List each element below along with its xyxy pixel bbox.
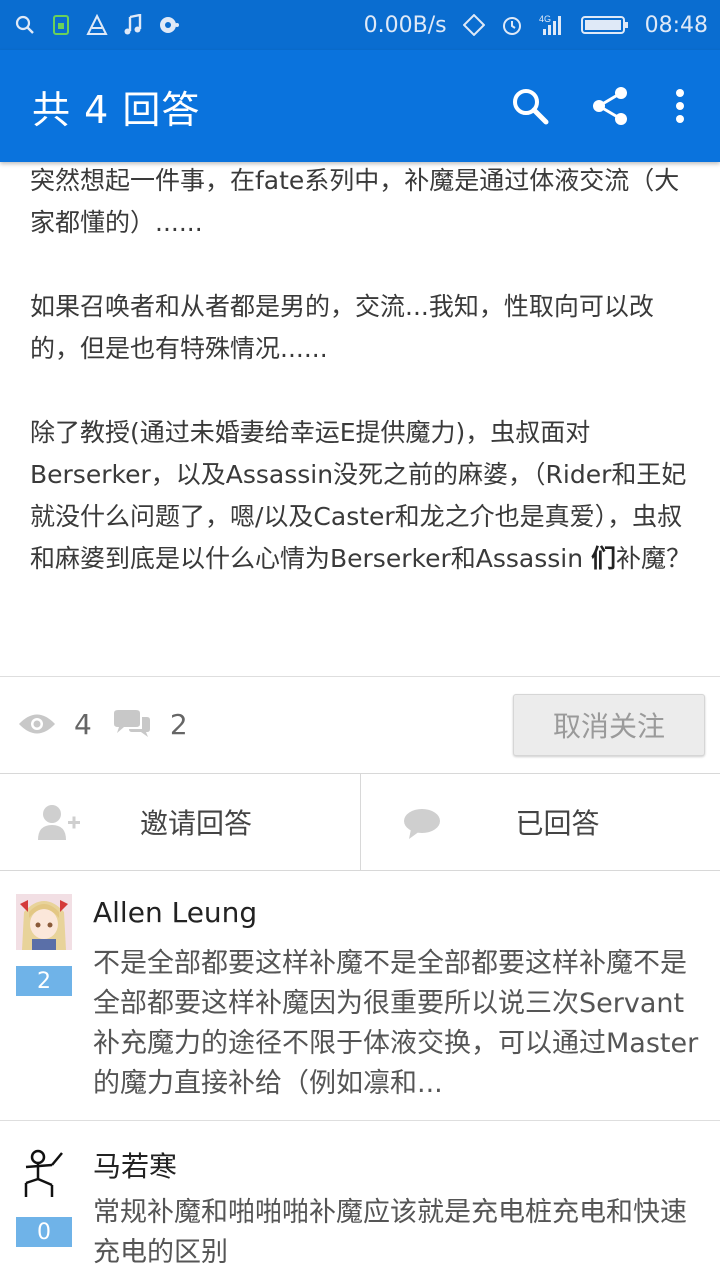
net-speed: 0.00B/s: [363, 12, 447, 38]
question-text: 除了教授(通过未婚妻给幸运E提供魔力)，虫叔面对Berserker，以及Assa…: [30, 418, 687, 573]
more-icon: [676, 89, 684, 123]
answer-excerpt: 常规补魔和啪啪啪补魔应该就是充电桩充电和快速充电的区别: [93, 1197, 687, 1268]
question-body: 突然想起一件事，在fate系列中，补魔是通过体液交流（大家都懂的）...... …: [30, 160, 698, 580]
triangle-icon: [86, 14, 108, 36]
search-button[interactable]: [510, 86, 550, 126]
views-stat: 4: [18, 708, 92, 741]
question-paragraph: 突然想起一件事，在fate系列中，补魔是通过体液交流（大家都懂的）......: [30, 166, 680, 237]
music-icon: [122, 14, 144, 36]
vote-count-badge: 0: [16, 1217, 72, 1247]
answer-excerpt: 不是全部都要这样补魔不是全部都要这样补魔不是全部都要这样补魔因为很重要所以说三次…: [93, 948, 699, 1099]
add-user-icon: [38, 805, 80, 840]
comments-icon: [113, 710, 150, 737]
question-paragraph: 如果召唤者和从者都是男的，交流...我知，性取向可以改的，但是也有特殊情况...…: [30, 292, 654, 363]
views-count: 4: [74, 707, 92, 741]
comments-stat[interactable]: 2: [112, 708, 188, 741]
answer-author[interactable]: Allen Leung: [93, 896, 257, 929]
comment-icon: [403, 809, 440, 839]
question-text-bold: 们: [591, 544, 617, 573]
network-type: 4G: [539, 14, 551, 24]
rotate-icon: [462, 14, 485, 36]
status-bar: 0.00B/s 4G 08:48: [0, 0, 720, 50]
clock: 08:48: [644, 12, 708, 38]
avatar[interactable]: [16, 1143, 72, 1199]
answered-button[interactable]: 已回答: [359, 774, 720, 870]
question-paragraph: 除了教授(通过未婚妻给幸运E提供魔力)，虫叔面对Berserker，以及Assa…: [30, 412, 698, 580]
answered-label: 已回答: [515, 807, 600, 840]
battery-icon: [580, 14, 629, 36]
share-button[interactable]: [590, 86, 630, 126]
answer-item[interactable]: 0 马若寒 常规补魔和啪啪啪补魔应该就是充电桩充电和快速充电的区别: [0, 1121, 720, 1280]
search-icon: [14, 14, 36, 36]
more-button[interactable]: [670, 86, 690, 126]
avatar[interactable]: [16, 894, 72, 950]
invite-answer-button[interactable]: 邀请回答: [0, 774, 360, 870]
alarm-icon: [501, 14, 523, 36]
sim-icon: [50, 14, 72, 36]
unfollow-button[interactable]: 取消关注: [513, 694, 705, 756]
vote-count-badge: 2: [16, 966, 72, 996]
signal-icon: 4G: [539, 14, 565, 36]
answer-author[interactable]: 马若寒: [93, 1145, 177, 1185]
action-row: 邀请回答 已回答: [0, 773, 720, 871]
eye-icon: [19, 714, 55, 734]
comments-count: 2: [169, 707, 188, 741]
page-title: 共 4 回答: [32, 87, 201, 132]
invite-answer-label: 邀请回答: [140, 807, 253, 840]
search-icon: [513, 89, 549, 125]
question-text: 补魔？: [616, 544, 692, 573]
app-bar: 共 4 回答: [0, 50, 720, 162]
share-icon: [593, 87, 627, 125]
answer-item[interactable]: 2 Allen Leung 不是全部都要这样补魔不是全部都要这样补魔不是全部都要…: [0, 870, 720, 1120]
media-icon: [158, 14, 180, 36]
